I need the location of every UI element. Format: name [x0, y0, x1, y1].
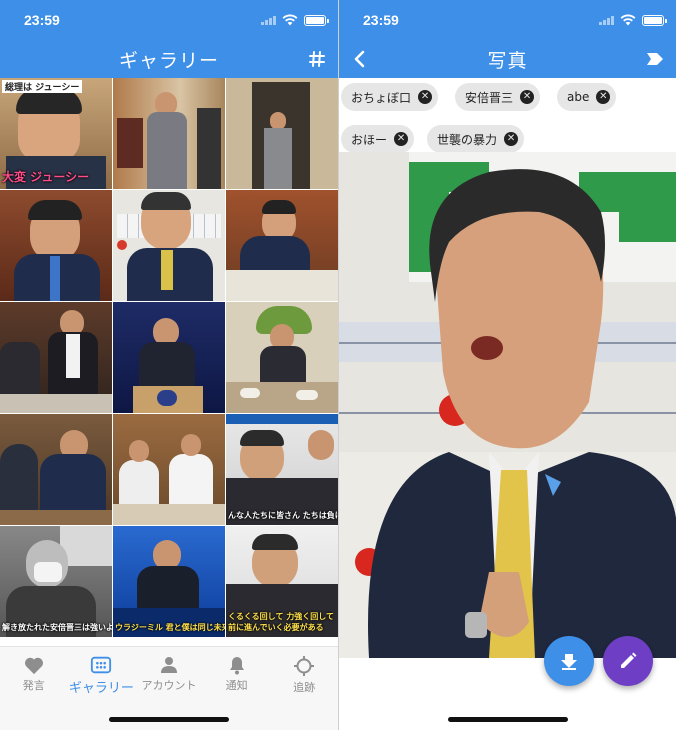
gallery-tile[interactable] [226, 302, 338, 413]
nav-item-tracking[interactable]: 追跡 [270, 647, 338, 730]
bottom-navigation: 発言 ギャラリー アカウント 通知 追跡 [0, 646, 338, 730]
signal-icon [599, 15, 614, 25]
gallery-tile[interactable] [113, 414, 225, 525]
gallery-tile[interactable] [0, 302, 112, 413]
pencil-icon [621, 652, 637, 668]
download-button[interactable] [544, 636, 594, 686]
crosshair-icon [294, 656, 315, 676]
gallery-tile[interactable]: くるくる回して 力強く回して 前に進んでいく必要がある [226, 526, 338, 637]
gallery-tile[interactable] [226, 78, 338, 189]
nav-label: 通知 [225, 679, 248, 692]
person-icon [160, 657, 177, 673]
gallery-screen: 23:59 ギャラリー 総理は ジューシー 大変 ジューシー んな人たちに皆さん… [0, 0, 338, 730]
gallery-tile[interactable]: ウラジーミル 君と僕は同じ未来を見ている [113, 526, 225, 637]
tile-caption: くるくる回して 力強く回して 前に進んでいく必要がある [228, 612, 334, 632]
status-icons [599, 14, 667, 26]
home-indicator [448, 717, 568, 722]
gallery-app-bar: ギャラリー [0, 40, 338, 78]
close-icon[interactable]: ✕ [504, 132, 519, 146]
photo-image [339, 152, 676, 658]
tag-chip-label: 世襲の暴力 [437, 132, 498, 147]
tile-caption: ウラジーミル 君と僕は同じ未来を見ている [115, 623, 225, 632]
nav-item-statements[interactable]: 発言 [0, 647, 68, 730]
close-icon[interactable]: ✕ [596, 90, 611, 104]
download-icon [561, 654, 577, 670]
gallery-tile[interactable] [113, 302, 225, 413]
wifi-icon [620, 14, 636, 26]
gallery-tile[interactable]: 総理は ジューシー 大変 ジューシー [0, 78, 112, 189]
tile-caption: 総理は ジューシー [2, 80, 83, 93]
tag-icon[interactable] [642, 46, 668, 72]
tag-chip-list: おちょぼ口 ✕ 安倍晋三 ✕ abe ✕ おほー ✕ 世襲の暴力 ✕ [339, 78, 676, 153]
nav-label: 追跡 [293, 681, 316, 694]
status-time: 23:59 [24, 12, 60, 28]
gallery-tile[interactable] [0, 414, 112, 525]
close-icon[interactable]: ✕ [394, 132, 409, 146]
tile-caption: んな人たちに皆さん たちは負けるわけにはいかない [228, 511, 338, 520]
tag-chip[interactable]: おちょぼ口 ✕ [341, 83, 439, 111]
battery-icon [642, 14, 667, 26]
battery-icon [304, 14, 329, 26]
gallery-tile[interactable]: 解き放たれた安倍晋三は強いよ [0, 526, 112, 637]
tag-chip-label: abe [567, 90, 590, 104]
page-title: 写真 [487, 50, 528, 72]
wifi-icon [282, 14, 298, 26]
status-time: 23:59 [363, 12, 399, 28]
close-icon[interactable]: ✕ [418, 90, 433, 104]
tag-chip[interactable]: abe ✕ [557, 83, 617, 111]
nav-label: ギャラリー [68, 681, 134, 696]
gallery-tile[interactable] [226, 190, 338, 301]
page-title: ギャラリー [118, 50, 219, 72]
tag-chip[interactable]: 安倍晋三 ✕ [455, 83, 541, 111]
signal-icon [261, 15, 276, 25]
tag-chip-label: おちょぼ口 [351, 90, 412, 105]
photo-app-bar: 写真 [339, 40, 676, 78]
status-icons [261, 14, 329, 26]
gallery-grid: 総理は ジューシー 大変 ジューシー んな人たちに皆さん たちは負 解き放たれた… [0, 78, 338, 646]
gallery-tile[interactable] [0, 190, 112, 301]
nav-label: 発言 [22, 679, 45, 692]
gallery-tile[interactable]: んな人たちに皆さん たちは負けるわけにはいかない [226, 414, 338, 525]
edit-button[interactable] [603, 636, 653, 686]
heart-icon [24, 657, 43, 675]
status-bar: 23:59 [0, 0, 338, 40]
tile-caption: 解き放たれた安倍晋三は強いよ [2, 623, 112, 632]
tag-chip[interactable]: おほー ✕ [341, 125, 415, 153]
gallery-icon [91, 656, 112, 674]
tag-chip[interactable]: 世襲の暴力 ✕ [427, 125, 525, 153]
nav-label: アカウント [141, 679, 197, 692]
photo-screen: 23:59 写真 おちょぼ口 ✕ 安倍晋三 ✕ abe ✕ おほー ✕ 世襲の暴… [338, 0, 676, 730]
tile-caption: 大変 ジューシー [2, 170, 90, 184]
bell-icon [229, 657, 244, 675]
gallery-tile[interactable] [113, 78, 225, 189]
tag-chip-label: 安倍晋三 [465, 90, 514, 105]
hash-icon[interactable] [304, 46, 330, 72]
close-icon[interactable]: ✕ [520, 90, 535, 104]
status-bar: 23:59 [339, 0, 676, 40]
gallery-tile[interactable] [113, 190, 225, 301]
tag-chip-label: おほー [351, 132, 388, 147]
home-indicator [109, 717, 229, 722]
